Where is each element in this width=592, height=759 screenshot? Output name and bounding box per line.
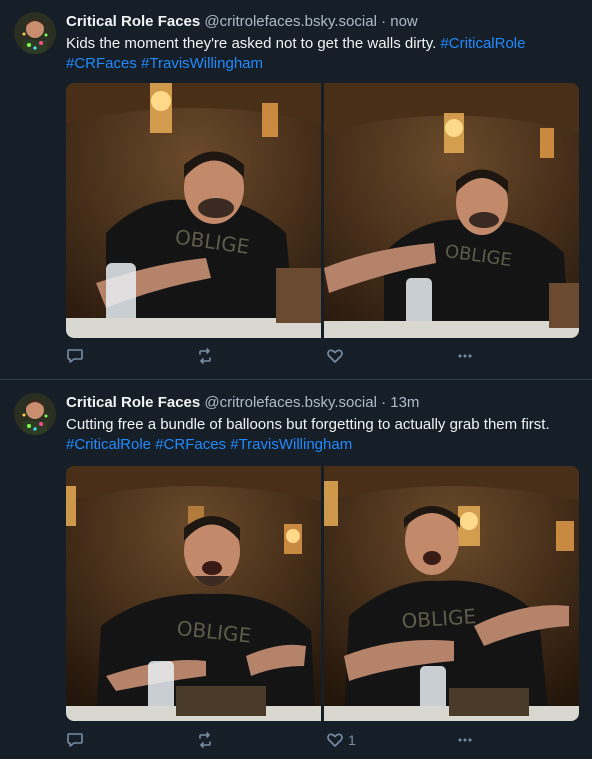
- post-body: Cutting free a bundle of balloons but fo…: [66, 416, 550, 433]
- separator: ·: [376, 394, 391, 411]
- repost-button[interactable]: [196, 344, 214, 368]
- speech-bubble-icon: [66, 731, 84, 749]
- author-handle[interactable]: @critrolefaces.bsky.social: [204, 394, 377, 411]
- post[interactable]: Critical Role Faces @critrolefaces.bsky.…: [0, 381, 592, 759]
- post-image[interactable]: OBLIGE: [66, 466, 321, 721]
- post-actions: [66, 344, 579, 368]
- post[interactable]: Critical Role Faces @critrolefaces.bsky.…: [0, 0, 592, 380]
- timestamp[interactable]: now: [390, 13, 418, 30]
- hashtag-link[interactable]: #CRFaces: [155, 436, 226, 453]
- avatar[interactable]: [14, 393, 56, 435]
- repost-arrows-icon: [196, 347, 214, 365]
- repost-button[interactable]: [196, 728, 214, 752]
- image-gallery: OBLIGE OBLIGE: [66, 83, 579, 338]
- post-image[interactable]: OBLIGE: [66, 83, 321, 338]
- author-name[interactable]: Critical Role Faces: [66, 394, 200, 411]
- like-button[interactable]: 1: [326, 728, 356, 752]
- hashtag-link[interactable]: #CriticalRole: [440, 35, 525, 52]
- reply-button[interactable]: [66, 728, 84, 752]
- hashtag-link[interactable]: #TravisWillingham: [230, 436, 352, 453]
- speech-bubble-icon: [66, 347, 84, 365]
- hashtag-link[interactable]: #CRFaces: [66, 55, 137, 72]
- reply-button[interactable]: [66, 344, 84, 368]
- more-options-button[interactable]: [456, 728, 474, 752]
- ellipsis-icon: [456, 731, 474, 749]
- repost-arrows-icon: [196, 731, 214, 749]
- post-header: Critical Role Faces @critrolefaces.bsky.…: [66, 12, 582, 32]
- post-header: Critical Role Faces @critrolefaces.bsky.…: [66, 393, 582, 413]
- heart-icon: [326, 347, 344, 365]
- heart-icon: [326, 731, 344, 749]
- timestamp[interactable]: 13m: [390, 394, 419, 411]
- more-options-button[interactable]: [456, 344, 474, 368]
- image-gallery: OBLIGE OBLIGE: [66, 466, 579, 721]
- post-image[interactable]: OBLIGE: [324, 83, 579, 338]
- separator: ·: [376, 13, 391, 30]
- author-name[interactable]: Critical Role Faces: [66, 13, 200, 30]
- post-body: Kids the moment they're asked not to get…: [66, 35, 441, 52]
- hashtag-link[interactable]: #TravisWillingham: [141, 55, 263, 72]
- hashtag-link[interactable]: #CriticalRole: [66, 436, 151, 453]
- like-count: 1: [348, 732, 356, 748]
- avatar[interactable]: [14, 12, 56, 54]
- post-text: Cutting free a bundle of balloons but fo…: [66, 415, 571, 455]
- post-image[interactable]: OBLIGE: [324, 466, 579, 721]
- post-text: Kids the moment they're asked not to get…: [66, 34, 571, 74]
- like-button[interactable]: [326, 344, 348, 368]
- author-handle[interactable]: @critrolefaces.bsky.social: [204, 13, 377, 30]
- feed: Critical Role Faces @critrolefaces.bsky.…: [0, 0, 592, 759]
- ellipsis-icon: [456, 347, 474, 365]
- post-actions: 1: [66, 728, 579, 752]
